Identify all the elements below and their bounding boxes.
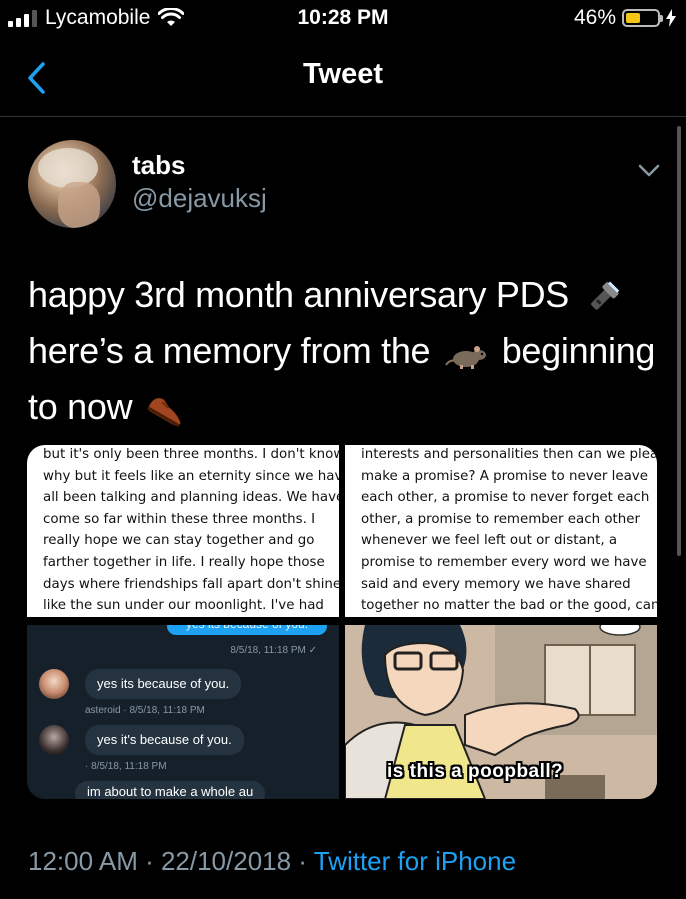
author-name[interactable]: tabs [132, 150, 185, 181]
chat-bubble: im about to make a whole au [75, 781, 266, 799]
battery-icon [622, 9, 663, 27]
tweet-line-3: to now [28, 386, 133, 427]
chat-bubble: yes its because of you. [85, 669, 242, 699]
notes-text-right: interests and personalities then can we … [345, 445, 657, 617]
notes-line: really hope we can stay together and go [43, 533, 315, 549]
tweet-line-2b: beginning [501, 330, 656, 371]
chat-bubble-cut: yes its because of you. [167, 625, 327, 635]
tweet-line-2a: here’s a memory from the [28, 330, 431, 371]
tweet-line-1: happy 3rd month anniversary PDS [28, 274, 569, 315]
notes-line: said and every memory we have shared [361, 576, 631, 592]
author-handle[interactable]: @dejavuksj [132, 183, 267, 214]
notes-line: like the sun under our moonlight. I've h… [43, 598, 324, 614]
notes-line: why but it feels like an eternity since … [43, 468, 339, 484]
charging-bolt-icon [666, 9, 676, 27]
tweet-timestamp: 12:00 AM · 22/10/2018 · [28, 846, 307, 876]
chat-sent-timestamp: 8/5/18, 11:18 PM ✓ [230, 645, 317, 656]
tweet-media-grid: but it's only been three months. I don't… [27, 445, 657, 799]
notes-line: together no matter the bad or the good, … [361, 598, 657, 614]
notes-line: each other, a promise to never forget ea… [361, 490, 650, 506]
notes-line: make a promise? A promise to never leave [361, 468, 648, 484]
chat-meta: · 8/5/18, 11:18 PM [85, 761, 167, 772]
tweet-text: happy 3rd month anniversary PDS here’s a… [28, 267, 658, 435]
media-image-notes-left[interactable]: but it's only been three months. I don't… [27, 445, 339, 617]
page-title: Tweet [302, 58, 384, 90]
rat-icon [445, 346, 486, 370]
avatar [39, 669, 69, 699]
shoe-icon [147, 398, 181, 428]
scrollbar[interactable] [677, 126, 681, 556]
tweet-options-button[interactable] [632, 154, 666, 188]
tweet-source-link[interactable]: Twitter for iPhone [314, 846, 516, 876]
notes-line: come so far within these three months. I [43, 511, 316, 527]
author-avatar[interactable] [28, 140, 116, 228]
notes-line: all been talking and planning ideas. We … [43, 490, 339, 506]
chat-bubble: yes it's because of you. [85, 725, 244, 755]
notes-line: interests and personalities then can we … [361, 447, 657, 462]
notes-line: days where friendships fall apart don't … [43, 576, 339, 592]
battery-percent: 46% [573, 6, 616, 29]
tweet-footer: 12:00 AM · 22/10/2018 · Twitter for iPho… [28, 846, 516, 877]
notes-text-left: but it's only been three months. I don't… [27, 445, 339, 617]
notes-line: other, a promise to remember each other [361, 511, 640, 527]
notes-line: promise to remember every word we have [361, 554, 647, 570]
status-right: 46% [574, 6, 676, 30]
notes-line: farther together in life. I really hope … [43, 554, 325, 570]
status-bar: Lycamobile 10:28 PM 46% [0, 0, 686, 38]
navigation-bar: Tweet [0, 38, 686, 117]
media-image-notes-right[interactable]: interests and personalities then can we … [345, 445, 657, 617]
avatar [39, 725, 69, 755]
flashlight-icon [590, 281, 619, 311]
chat-meta: asteroid · 8/5/18, 11:18 PM [85, 705, 205, 716]
chevron-down-icon [638, 164, 660, 177]
media-image-chat[interactable]: yes its because of you. 8/5/18, 11:18 PM… [27, 625, 339, 799]
notes-line: whenever we feel left out or distant, a [361, 533, 618, 549]
meme-caption: is this a poopball? [387, 761, 564, 782]
notes-line: but it's only been three months. I don't… [43, 447, 339, 462]
media-image-meme[interactable]: is this a poopball? [345, 625, 657, 799]
